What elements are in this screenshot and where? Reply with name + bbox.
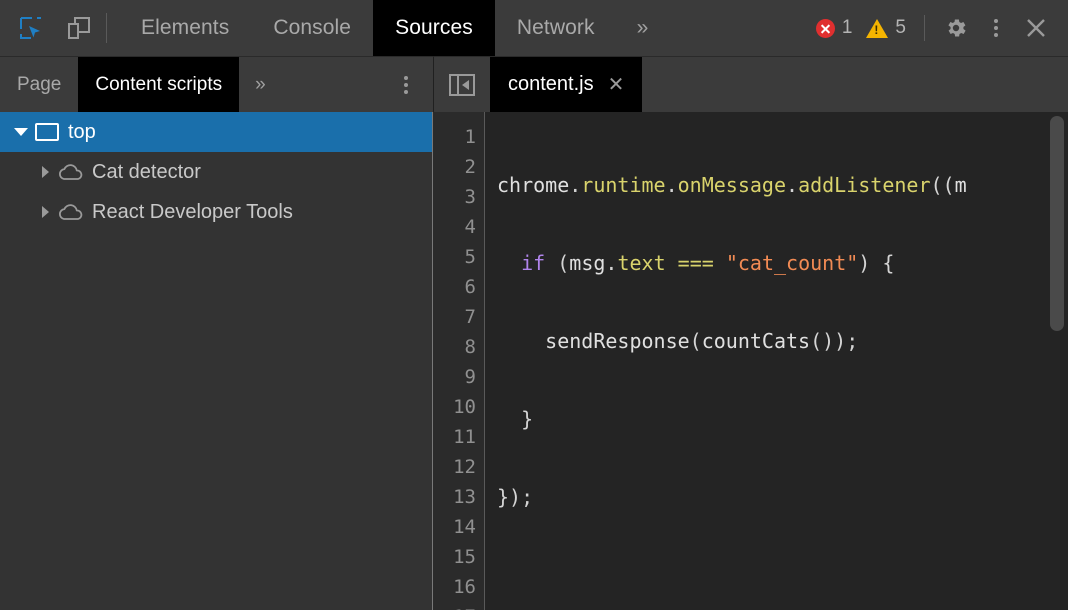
- kebab-menu-icon[interactable]: [978, 10, 1014, 46]
- devtools-body: top Cat detector React Developer Tools 1…: [0, 112, 1068, 610]
- editor-tabbar: content.js ✕: [433, 56, 1068, 112]
- toolbar-right-icons: 1 5: [811, 0, 1068, 56]
- code-line: chrome.runtime.onMessage.addListener((m: [497, 173, 967, 197]
- code-line: }: [497, 407, 534, 431]
- tab-network[interactable]: Network: [495, 0, 617, 56]
- tree-item-label: React Developer Tools: [92, 200, 293, 223]
- line-number: 14: [453, 516, 476, 538]
- tab-console[interactable]: Console: [251, 0, 373, 56]
- error-count-label: 1: [841, 17, 853, 38]
- file-tab-label: content.js: [508, 73, 594, 95]
- close-icon[interactable]: ✕: [608, 75, 625, 95]
- kebab-menu-icon: [404, 75, 408, 94]
- frame-icon: [32, 123, 62, 141]
- tab-elements[interactable]: Elements: [119, 0, 251, 56]
- show-navigator-icon[interactable]: [434, 57, 490, 112]
- navigator-tab-page[interactable]: Page: [0, 57, 78, 112]
- code-line: sendResponse(countCats());: [545, 329, 859, 353]
- line-number: 11: [453, 426, 476, 448]
- content-scripts-tree: top Cat detector React Developer Tools: [0, 112, 433, 610]
- tree-item-label: top: [68, 120, 96, 143]
- error-counter[interactable]: 1: [811, 17, 858, 39]
- code-line: if (msg.text === "cat_count") {: [521, 251, 895, 275]
- tree-item-top[interactable]: top: [0, 112, 432, 152]
- line-number: 4: [464, 216, 476, 238]
- line-number: 15: [453, 546, 476, 568]
- line-number: 2: [464, 156, 476, 178]
- warning-icon: [866, 18, 889, 38]
- cloud-icon: [56, 162, 86, 182]
- line-number: 7: [464, 306, 476, 328]
- warning-counter[interactable]: 5: [861, 17, 911, 39]
- toolbar-divider: [106, 13, 107, 43]
- more-tabs-chevron-icon[interactable]: »: [617, 0, 669, 56]
- chevron-right-icon[interactable]: [34, 206, 56, 218]
- file-tab-content-js[interactable]: content.js ✕: [490, 57, 643, 112]
- toolbar-left-icons: [0, 0, 96, 56]
- cloud-icon: [56, 202, 86, 222]
- line-number: 1: [464, 126, 476, 148]
- navigator-menu-button[interactable]: [395, 57, 433, 112]
- line-number: 10: [453, 396, 476, 418]
- tree-item-label: Cat detector: [92, 160, 201, 183]
- chevron-down-icon[interactable]: [10, 128, 32, 136]
- line-number: 6: [464, 276, 476, 298]
- secondary-toolbars: Page Content scripts » content.js ✕: [0, 56, 1068, 112]
- main-tab-list: Elements Console Sources Network »: [119, 0, 668, 56]
- tree-item-react-developer-tools[interactable]: React Developer Tools: [0, 192, 432, 232]
- line-number-gutter: 1 2 3 4 5 6 7 8 9 10 11 12 13 14 15 16 1…: [433, 112, 485, 610]
- line-number: 17: [433, 602, 484, 610]
- inspect-element-icon[interactable]: [14, 11, 48, 45]
- line-number: 12: [453, 456, 476, 478]
- line-number: 13: [453, 486, 476, 508]
- line-number: 9: [464, 366, 476, 388]
- gear-icon[interactable]: [938, 10, 974, 46]
- code-content[interactable]: chrome.runtime.onMessage.addListener((m …: [485, 112, 1068, 610]
- warning-count-label: 5: [895, 17, 906, 38]
- line-number: 3: [464, 186, 476, 208]
- close-icon[interactable]: [1018, 10, 1054, 46]
- toolbar-divider-right: [924, 15, 925, 41]
- navigator-more-chevron-icon[interactable]: »: [239, 57, 282, 112]
- tree-item-cat-detector[interactable]: Cat detector: [0, 152, 432, 192]
- source-code-editor[interactable]: 1 2 3 4 5 6 7 8 9 10 11 12 13 14 15 16 1…: [433, 112, 1068, 610]
- device-toolbar-icon[interactable]: [62, 11, 96, 45]
- code-line: });: [497, 485, 534, 509]
- devtools-main-toolbar: Elements Console Sources Network » 1 5: [0, 0, 1068, 56]
- line-number: 16: [453, 576, 476, 598]
- tab-sources[interactable]: Sources: [373, 0, 495, 56]
- error-icon: [815, 18, 835, 38]
- editor-vertical-scrollbar[interactable]: [1050, 116, 1064, 331]
- navigator-tabbar: Page Content scripts »: [0, 56, 433, 112]
- navigator-tab-content-scripts[interactable]: Content scripts: [78, 57, 240, 112]
- line-number: 8: [464, 336, 476, 358]
- chevron-right-icon[interactable]: [34, 166, 56, 178]
- line-number: 5: [464, 246, 476, 268]
